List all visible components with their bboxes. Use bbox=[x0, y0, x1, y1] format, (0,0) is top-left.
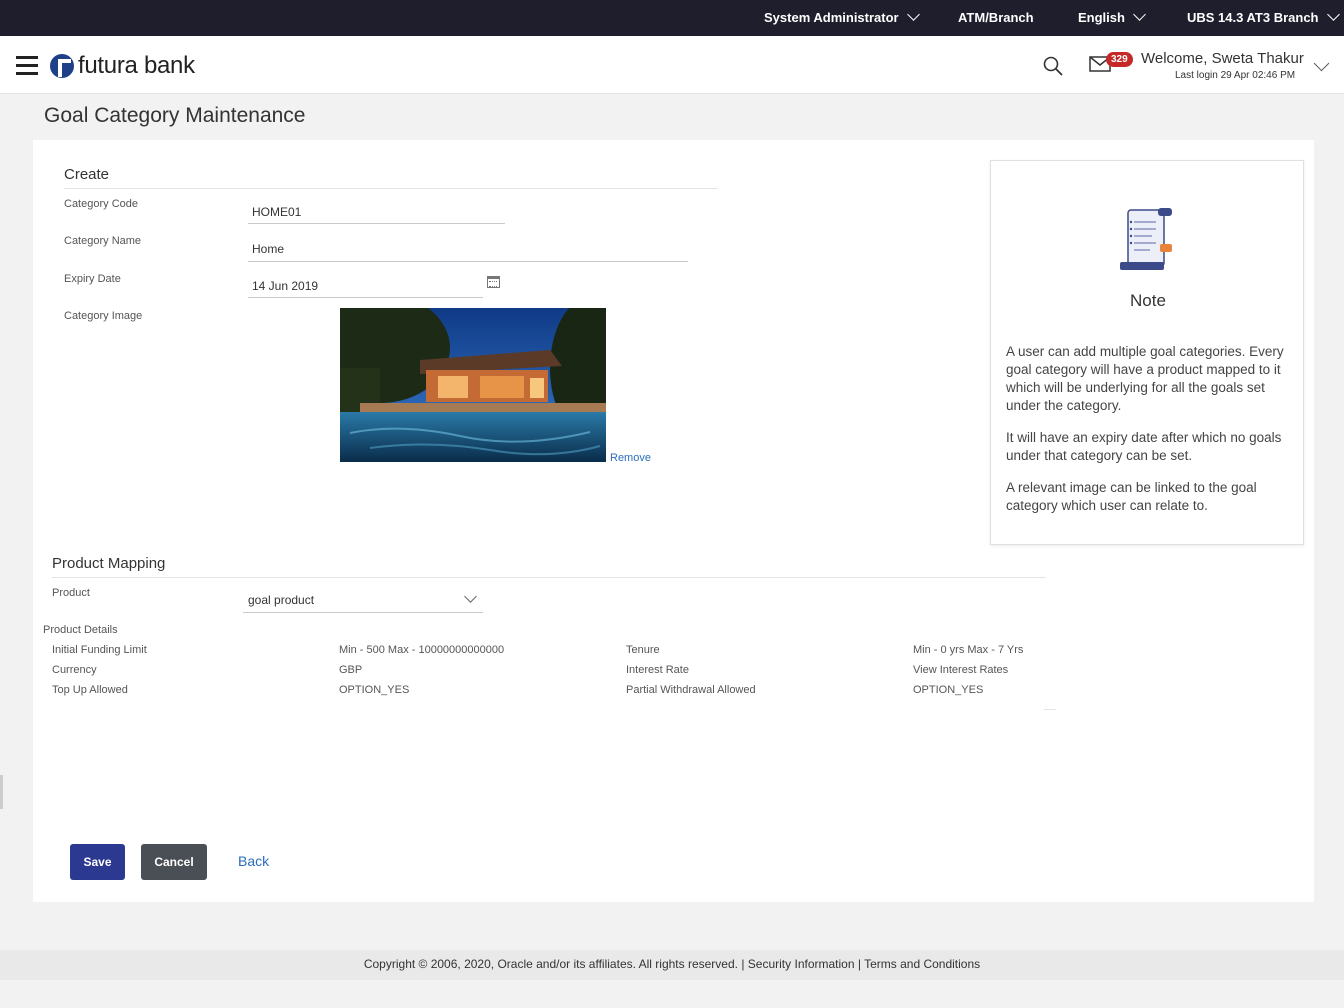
top-bar: System Administrator ATM/Branch English … bbox=[0, 0, 1344, 36]
branch-menu[interactable]: UBS 14.3 AT3 Branch bbox=[1187, 8, 1340, 25]
detail-label: Partial Withdrawal Allowed bbox=[626, 684, 756, 696]
field-underline bbox=[243, 612, 483, 613]
category-image-label: Category Image bbox=[64, 310, 143, 322]
product-mapping-title: Product Mapping bbox=[52, 555, 166, 572]
page-title: Goal Category Maintenance bbox=[44, 104, 306, 127]
chevron-down-icon bbox=[1326, 8, 1340, 21]
create-section-title: Create bbox=[64, 166, 110, 183]
note-title: Note bbox=[1130, 291, 1166, 310]
document-note-icon bbox=[1120, 208, 1172, 270]
app-header: futura bank 329 Welcome, Sweta Thakur La… bbox=[0, 36, 1344, 94]
chevron-down-icon bbox=[1133, 8, 1146, 21]
role-menu[interactable]: System Administrator bbox=[764, 8, 920, 25]
note-paragraph: It will have an expiry date after which … bbox=[1006, 430, 1282, 463]
role-label: System Administrator bbox=[764, 10, 899, 25]
brand-name: futura bank bbox=[78, 52, 195, 79]
language-label: English bbox=[1078, 10, 1125, 25]
chevron-down-icon[interactable] bbox=[1313, 55, 1330, 72]
search-icon[interactable] bbox=[1043, 56, 1063, 76]
menu-icon[interactable] bbox=[16, 56, 38, 75]
divider bbox=[1044, 709, 1056, 710]
note-paragraph: A relevant image can be linked to the go… bbox=[1006, 480, 1257, 513]
footer: Copyright © 2006, 2020, Oracle and/or it… bbox=[0, 950, 1344, 980]
divider bbox=[52, 577, 1046, 578]
detail-value: OPTION_YES bbox=[913, 684, 984, 696]
copyright-text: Copyright © 2006, 2020, Oracle and/or it… bbox=[363, 957, 738, 971]
field-underline bbox=[248, 297, 483, 298]
detail-value: GBP bbox=[339, 664, 363, 676]
detail-label: Interest Rate bbox=[626, 664, 689, 676]
detail-value: Min - 0 yrs Max - 7 Yrs bbox=[913, 644, 1024, 656]
chevron-down-icon bbox=[906, 8, 920, 21]
language-menu[interactable]: English bbox=[1078, 8, 1146, 25]
note-panel: Note A user can add multiple goal catego… bbox=[990, 160, 1304, 545]
atm-branch-link[interactable]: ATM/Branch bbox=[958, 10, 1034, 25]
category-name-field[interactable]: Home bbox=[252, 242, 284, 256]
expiry-date-label: Expiry Date bbox=[64, 273, 121, 285]
side-tab bbox=[0, 775, 3, 809]
category-code-field[interactable]: HOME01 bbox=[252, 205, 301, 219]
product-label: Product bbox=[52, 587, 90, 599]
view-interest-rates-link[interactable]: View Interest Rates bbox=[913, 664, 1008, 676]
detail-label: Top Up Allowed bbox=[52, 684, 128, 696]
back-link[interactable]: Back bbox=[238, 853, 269, 869]
welcome-text[interactable]: Welcome, Sweta Thakur bbox=[1141, 50, 1304, 67]
security-information-link[interactable]: Security Information bbox=[748, 957, 855, 971]
save-button[interactable]: Save bbox=[70, 844, 125, 880]
category-name-label: Category Name bbox=[64, 235, 142, 247]
terms-conditions-link[interactable]: Terms and Conditions bbox=[864, 957, 980, 971]
category-image bbox=[340, 308, 606, 462]
product-details-title: Product Details bbox=[43, 624, 118, 636]
last-login-text: Last login 29 Apr 02:46 PM bbox=[1175, 70, 1296, 81]
mail-count-badge: 329 bbox=[1106, 52, 1133, 67]
detail-value: OPTION_YES bbox=[339, 684, 410, 696]
field-underline bbox=[248, 223, 505, 224]
futura-logo-icon bbox=[50, 54, 74, 78]
category-code-label: Category Code bbox=[64, 198, 138, 210]
brand-logo[interactable]: futura bank bbox=[50, 52, 195, 80]
branch-label: UBS 14.3 AT3 Branch bbox=[1187, 10, 1319, 25]
detail-label: Initial Funding Limit bbox=[52, 644, 147, 656]
cancel-button[interactable]: Cancel bbox=[141, 844, 207, 880]
divider bbox=[64, 188, 718, 189]
product-select[interactable]: goal product bbox=[248, 593, 314, 607]
expiry-date-field[interactable]: 14 Jun 2019 bbox=[252, 279, 318, 293]
note-paragraph: A user can add multiple goal categories.… bbox=[1006, 344, 1284, 413]
detail-label: Tenure bbox=[626, 644, 660, 656]
remove-image-link[interactable]: Remove bbox=[610, 452, 651, 464]
detail-label: Currency bbox=[52, 664, 97, 676]
calendar-icon[interactable] bbox=[487, 276, 500, 288]
atm-branch-label: ATM/Branch bbox=[958, 10, 1034, 25]
field-underline bbox=[248, 261, 688, 262]
detail-value: Min - 500 Max - 10000000000000 bbox=[339, 644, 505, 656]
